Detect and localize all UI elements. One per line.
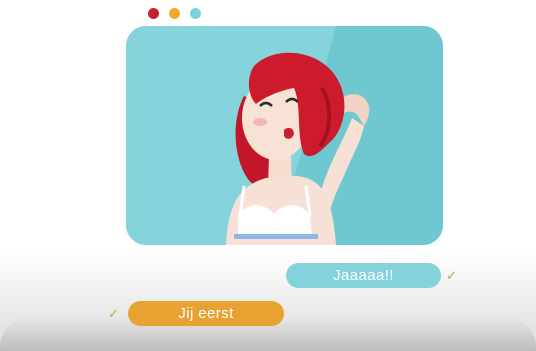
checkmark-icon: ✓ <box>108 306 119 321</box>
window-controls <box>148 8 202 20</box>
checkmark-icon: ✓ <box>446 268 457 283</box>
window-dot-blue[interactable] <box>190 8 201 19</box>
outgoing-message-bubble: Jij eerst <box>128 301 284 326</box>
chat-card: Jaaaaa!! ✓ ✓ Jij eerst <box>0 0 536 351</box>
woman-illustration <box>126 26 443 245</box>
incoming-message-bubble: Jaaaaa!! <box>286 263 441 288</box>
window-dot-yellow[interactable] <box>169 8 180 19</box>
window-dot-red[interactable] <box>148 8 159 19</box>
video-call-frame[interactable] <box>126 26 443 245</box>
